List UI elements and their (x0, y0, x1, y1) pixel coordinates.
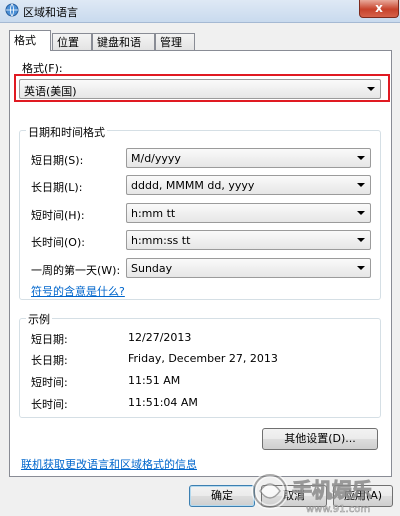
example-short-time-value: 11:51 AM (128, 374, 181, 387)
datetime-group-title: 日期和时间格式 (26, 124, 107, 140)
short-time-label: 短时间(H): (31, 209, 85, 222)
example-long-date-label: 长日期: (31, 354, 68, 367)
symbol-meaning-link[interactable]: 符号的含意是什么? (31, 283, 125, 299)
chevron-down-icon (357, 183, 365, 187)
short-date-select[interactable]: M/d/yyyy (126, 148, 371, 168)
example-long-time-label: 长时间: (31, 398, 68, 411)
globe-clock-icon (5, 3, 19, 17)
example-long-time-value: 11:51:04 AM (128, 396, 198, 409)
example-short-date-value: 12/27/2013 (128, 331, 192, 344)
first-day-label: 一周的第一天(W): (31, 264, 121, 277)
other-settings-button[interactable]: 其他设置(D)... (262, 428, 378, 450)
long-time-value: h:mm:ss tt (131, 234, 191, 247)
tab-keyboard-language[interactable]: 键盘和语言 (92, 33, 155, 66)
highlight-box (14, 74, 390, 102)
close-button[interactable]: x (359, 0, 399, 18)
tab-location[interactable]: 位置 (52, 33, 92, 50)
chevron-down-icon (357, 211, 365, 215)
example-short-date-label: 短日期: (31, 333, 68, 346)
short-time-value: h:mm tt (131, 207, 176, 220)
tab-administrative[interactable]: 管理 (155, 33, 195, 50)
long-time-label: 长时间(O): (31, 236, 85, 249)
long-date-label: 长日期(L): (31, 181, 83, 194)
example-group-title: 示例 (26, 311, 52, 327)
site-watermark-logo: 手机娱乐 www.91.com (251, 472, 373, 515)
title-bar: 区域和语言 x (0, 0, 400, 23)
tab-format[interactable]: 格式 (9, 30, 51, 51)
long-date-value: dddd, MMMM dd, yyyy (131, 179, 255, 192)
example-long-date-value: Friday, December 27, 2013 (128, 352, 278, 365)
watermark-text: 手机娱乐 (292, 478, 372, 502)
short-date-label: 短日期(S): (31, 154, 84, 167)
short-time-select[interactable]: h:mm tt (126, 203, 371, 223)
chevron-down-icon (357, 266, 365, 270)
chevron-down-icon (357, 238, 365, 242)
example-group (19, 318, 381, 418)
watermark-url: www.91.com (306, 504, 370, 515)
window-title: 区域和语言 (23, 6, 78, 19)
ok-button[interactable]: 确定 (189, 485, 255, 507)
long-date-select[interactable]: dddd, MMMM dd, yyyy (126, 175, 371, 195)
first-day-value: Sunday (131, 262, 173, 275)
first-day-select[interactable]: Sunday (126, 258, 371, 278)
online-info-link[interactable]: 联机获取更改语言和区域格式的信息 (21, 456, 197, 472)
chevron-down-icon (357, 156, 365, 160)
short-date-value: M/d/yyyy (131, 152, 181, 165)
example-short-time-label: 短时间: (31, 376, 68, 389)
long-time-select[interactable]: h:mm:ss tt (126, 230, 371, 250)
